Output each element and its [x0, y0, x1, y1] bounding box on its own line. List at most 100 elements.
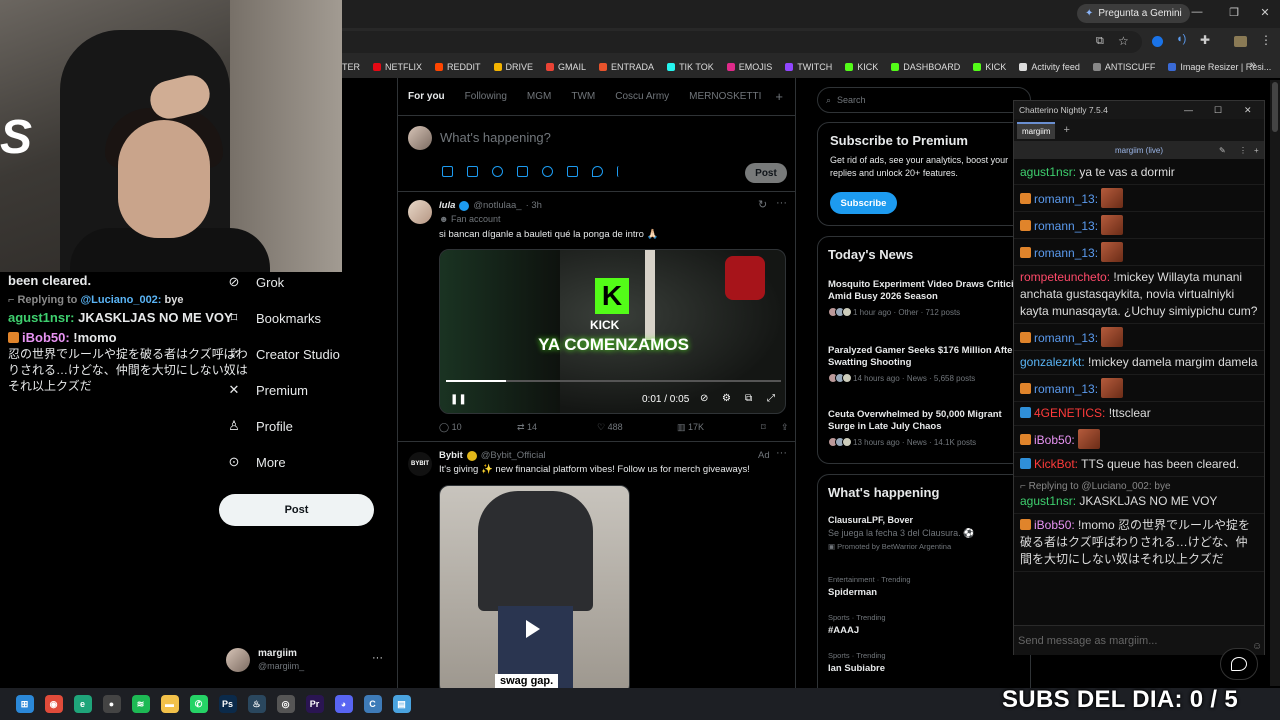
chat-username[interactable]: romann_13: — [1034, 219, 1098, 233]
sidebar-item-bookmarks[interactable]: ⌑ Bookmarks — [226, 308, 321, 328]
gif-icon[interactable] — [467, 166, 478, 177]
tweet-video[interactable]: K KICK YA COMENZAMOS ❚❚ 0:01 / 0:05 ⊘ ⚙ … — [439, 249, 786, 414]
video-progress[interactable] — [446, 380, 781, 382]
close-icon[interactable]: ✕ — [1255, 6, 1275, 19]
settings-icon[interactable]: ⚙ — [722, 393, 731, 404]
install-app-icon[interactable]: ⧉ — [1096, 35, 1104, 48]
schedule-icon[interactable] — [567, 166, 578, 177]
chat-username[interactable]: rompeteuncheto: — [1020, 270, 1110, 284]
chat-emote[interactable] — [1101, 378, 1124, 398]
chat-reply-context[interactable]: ⌐ Replying to @Luciano_002: bye — [1020, 480, 1258, 493]
emote-picker-icon[interactable]: ☺ — [1252, 641, 1262, 652]
trend-item[interactable]: Entertainment · Trending Spiderman — [828, 575, 1028, 598]
photoshop-icon[interactable]: Ps — [218, 695, 237, 713]
bookmark-item[interactable]: GMAIL — [546, 62, 586, 72]
tweet-handle[interactable]: @Bybit_Official — [481, 450, 546, 461]
chatterino-icon[interactable]: C — [363, 695, 382, 713]
trend-item[interactable]: Sports · Trending Ian Subiabre — [828, 651, 1028, 674]
grok-compose-icon[interactable] — [492, 166, 503, 177]
spotify-icon[interactable]: ≋ — [131, 695, 150, 713]
chat-username[interactable]: 4GENETICS: — [1034, 406, 1105, 420]
pip-icon[interactable]: ⧉ — [745, 393, 752, 404]
chat-username[interactable]: KickBot: — [1034, 457, 1078, 471]
tweet-handle[interactable]: @notlulaa_ — [473, 200, 521, 211]
restore-icon[interactable]: ❐ — [1224, 6, 1244, 19]
chatterino-maximize-icon[interactable]: ☐ — [1214, 105, 1222, 116]
add-tab-icon[interactable]: + — [775, 89, 783, 104]
poll-icon[interactable] — [517, 166, 528, 177]
sidebar-item-grok[interactable]: ⊘ Grok — [226, 272, 285, 292]
play-icon[interactable] — [526, 620, 540, 638]
bybit-avatar[interactable]: BYBIT — [408, 452, 432, 476]
tweet[interactable]: lula @notlulaa_ · 3h ☻ Fan account ↻ ···… — [398, 192, 795, 442]
discord-icon[interactable]: ◕ — [334, 695, 353, 713]
bookmark-item[interactable]: Activity feed — [1019, 62, 1080, 72]
tab-mernosketti[interactable]: MERNOSKETTI — [679, 78, 771, 116]
gemini-button[interactable]: ✦ Pregunta a Gemini — [1077, 4, 1190, 23]
tweet-more-icon[interactable]: ··· — [776, 197, 787, 209]
chat-username[interactable]: romann_13: — [1034, 382, 1098, 396]
reply-button[interactable]: ◯ 10 — [439, 422, 517, 433]
bookmark-item[interactable]: EMOJIS — [726, 62, 772, 72]
chat-username[interactable]: agust1nsr: — [1020, 494, 1076, 508]
edge-icon[interactable]: e — [73, 695, 92, 713]
folder-icon[interactable]: ▬ — [160, 695, 179, 713]
chatterino-minimize-icon[interactable]: — — [1184, 105, 1193, 115]
media-icon[interactable] — [442, 166, 453, 177]
chat-username[interactable]: agust1nsr: — [1020, 165, 1076, 179]
premiere-icon[interactable]: Pr — [305, 695, 324, 713]
subscribe-button[interactable]: Subscribe — [830, 192, 897, 214]
bookmark-item[interactable]: TIK TOK — [667, 62, 714, 72]
bookmark-item[interactable]: KICK — [845, 62, 878, 72]
emoji-icon[interactable] — [542, 166, 553, 177]
chat-username[interactable]: romann_13: — [1034, 331, 1098, 345]
mute-icon[interactable]: ⊘ — [700, 393, 708, 404]
bookmark-item[interactable]: TWITCH — [785, 62, 832, 72]
edit-icon[interactable]: ✎ — [1219, 146, 1226, 155]
bookmarks-overflow-icon[interactable]: » — [1250, 59, 1256, 71]
sidebar-item-profile[interactable]: ♙ Profile — [226, 416, 293, 436]
browser-menu-icon[interactable]: ⋮ — [1260, 33, 1272, 47]
whatsapp-icon[interactable]: ✆ — [189, 695, 208, 713]
news-item[interactable]: Ceuta Overwhelmed by 50,000 Migrant Surg… — [828, 409, 1028, 447]
minimize-icon[interactable]: — — [1187, 6, 1207, 18]
notepad-icon[interactable]: ▤ — [392, 695, 411, 713]
compose-input[interactable]: What's happening? — [440, 130, 551, 145]
chat-username[interactable]: romann_13: — [1034, 246, 1098, 260]
split-menu-icon[interactable]: ⋮ — [1239, 146, 1247, 155]
page-scrollbar[interactable] — [1270, 80, 1280, 686]
news-item[interactable]: Paralyzed Gamer Seeks $176 Million After… — [828, 345, 1028, 383]
chat-emote[interactable] — [1101, 327, 1124, 347]
chat-username[interactable]: gonzalezrkt: — [1020, 355, 1085, 369]
bookmark-item[interactable]: DRIVE — [493, 62, 533, 72]
chat-emote[interactable] — [1101, 242, 1124, 262]
audio-extension-icon[interactable]: ◖) — [1176, 33, 1186, 45]
grok-tweet-icon[interactable]: ↻ — [758, 198, 767, 211]
tweet-more-icon[interactable]: ··· — [776, 447, 787, 459]
tab-twm[interactable]: TWM — [561, 78, 605, 116]
messages-icon[interactable] — [1220, 648, 1258, 680]
compose-post-button[interactable]: Post — [745, 163, 787, 183]
bookmark-item[interactable]: DASHBOARD — [891, 62, 960, 72]
chat-username[interactable]: romann_13: — [1034, 192, 1098, 206]
trend-item[interactable]: Sports · Trending #AAAJ — [828, 613, 1028, 636]
sidebar-item-more[interactable]: ⊙ More — [226, 452, 286, 472]
add-split-icon[interactable]: + — [1254, 146, 1259, 155]
chatterino-add-tab-icon[interactable]: + — [1063, 124, 1069, 136]
obs-icon[interactable]: ● — [102, 695, 121, 713]
chrome-icon[interactable]: ◉ — [44, 695, 63, 713]
sidebar-item-creator-studio[interactable]: ➶ Creator Studio — [226, 344, 340, 364]
trend-item[interactable]: ClausuraLPF, Bover Se juega la fecha 3 de… — [828, 515, 1028, 551]
chat-username[interactable]: iBob50: — [1034, 518, 1075, 532]
share-icon[interactable]: ⇪ — [781, 422, 789, 433]
tweet-avatar[interactable] — [408, 200, 432, 224]
account-more-icon[interactable]: ··· — [372, 652, 383, 664]
retweet-button[interactable]: ⇄ 14 — [517, 422, 597, 433]
tab-for-you[interactable]: For you — [398, 78, 455, 116]
account-switcher[interactable]: margiim @margiim_ ··· — [226, 646, 386, 676]
windows-start-icon[interactable]: ⊞ — [15, 695, 34, 713]
views-button[interactable]: ▥ 17K — [677, 422, 761, 433]
bookmark-item[interactable]: ENTRADA — [599, 62, 654, 72]
steam-icon[interactable]: ♨ — [247, 695, 266, 713]
search-input[interactable]: ⌕ Search — [817, 87, 1031, 113]
